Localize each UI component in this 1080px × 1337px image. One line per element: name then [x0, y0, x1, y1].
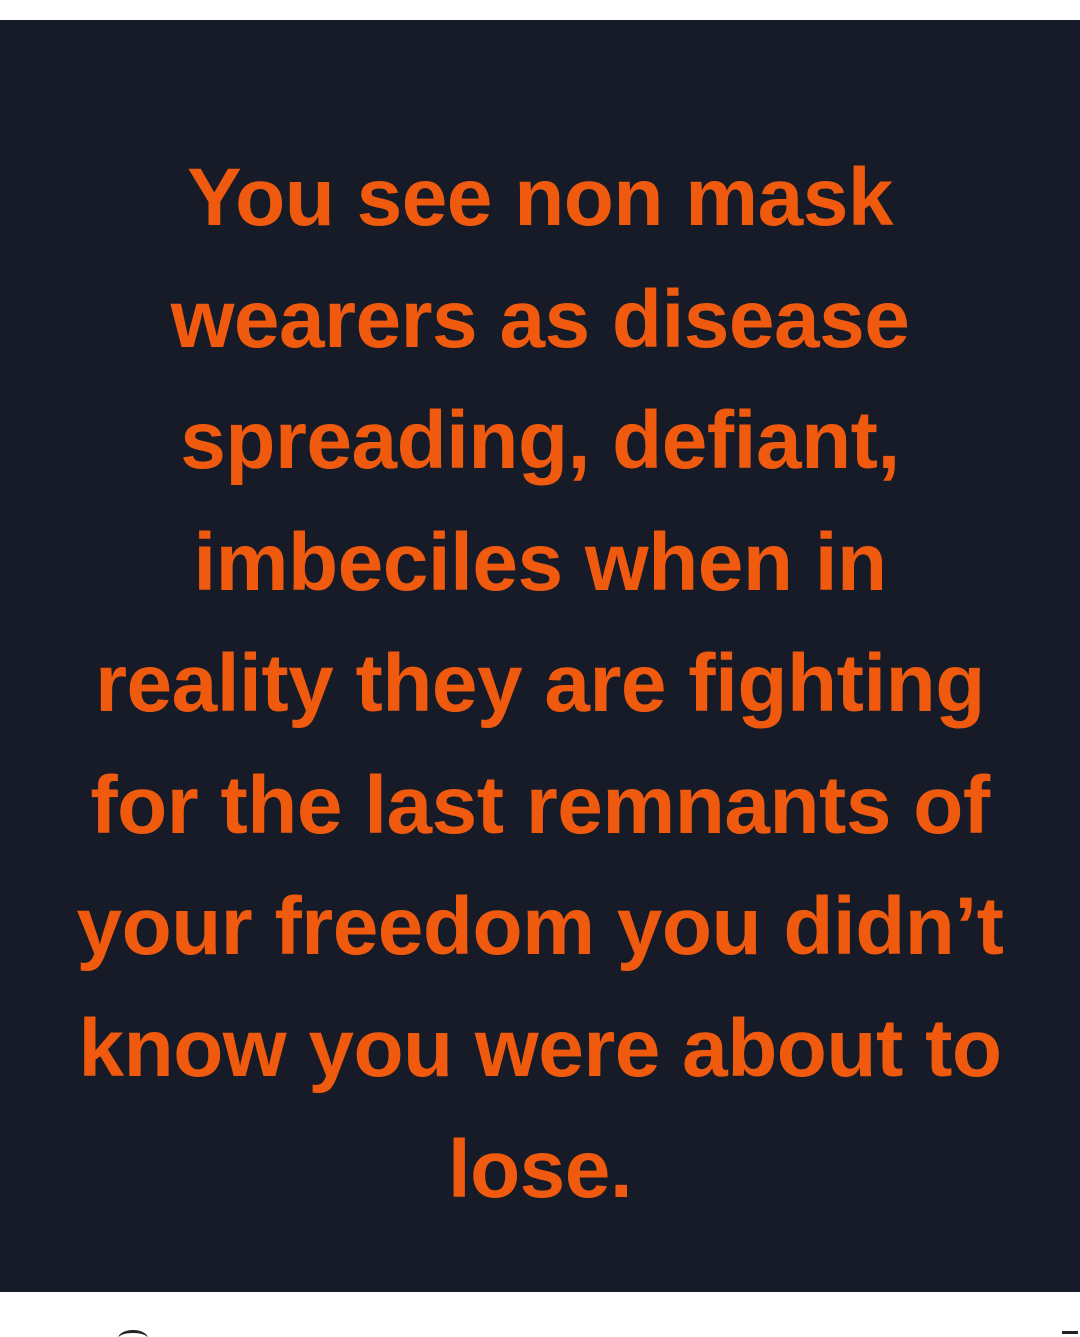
quote-line: reality they are fighting	[95, 638, 985, 729]
quote-line: lose.	[447, 1124, 633, 1215]
quote-line: You see non mask	[187, 152, 893, 243]
quote-line: know you were about to	[78, 1003, 1002, 1094]
quote-line: spreading, defiant,	[180, 395, 900, 486]
top-border	[0, 0, 1080, 20]
quote-image: You see non mask wearers as disease spre…	[0, 20, 1080, 1292]
quote-line: wearers as disease	[170, 274, 910, 365]
quote-line: for the last remnants of	[90, 760, 990, 851]
bottom-border	[0, 1292, 1080, 1337]
quote-line: imbeciles when in	[193, 517, 887, 608]
cropped-icon	[1062, 1331, 1078, 1334]
quote-line: your freedom you didn’t	[76, 881, 1004, 972]
